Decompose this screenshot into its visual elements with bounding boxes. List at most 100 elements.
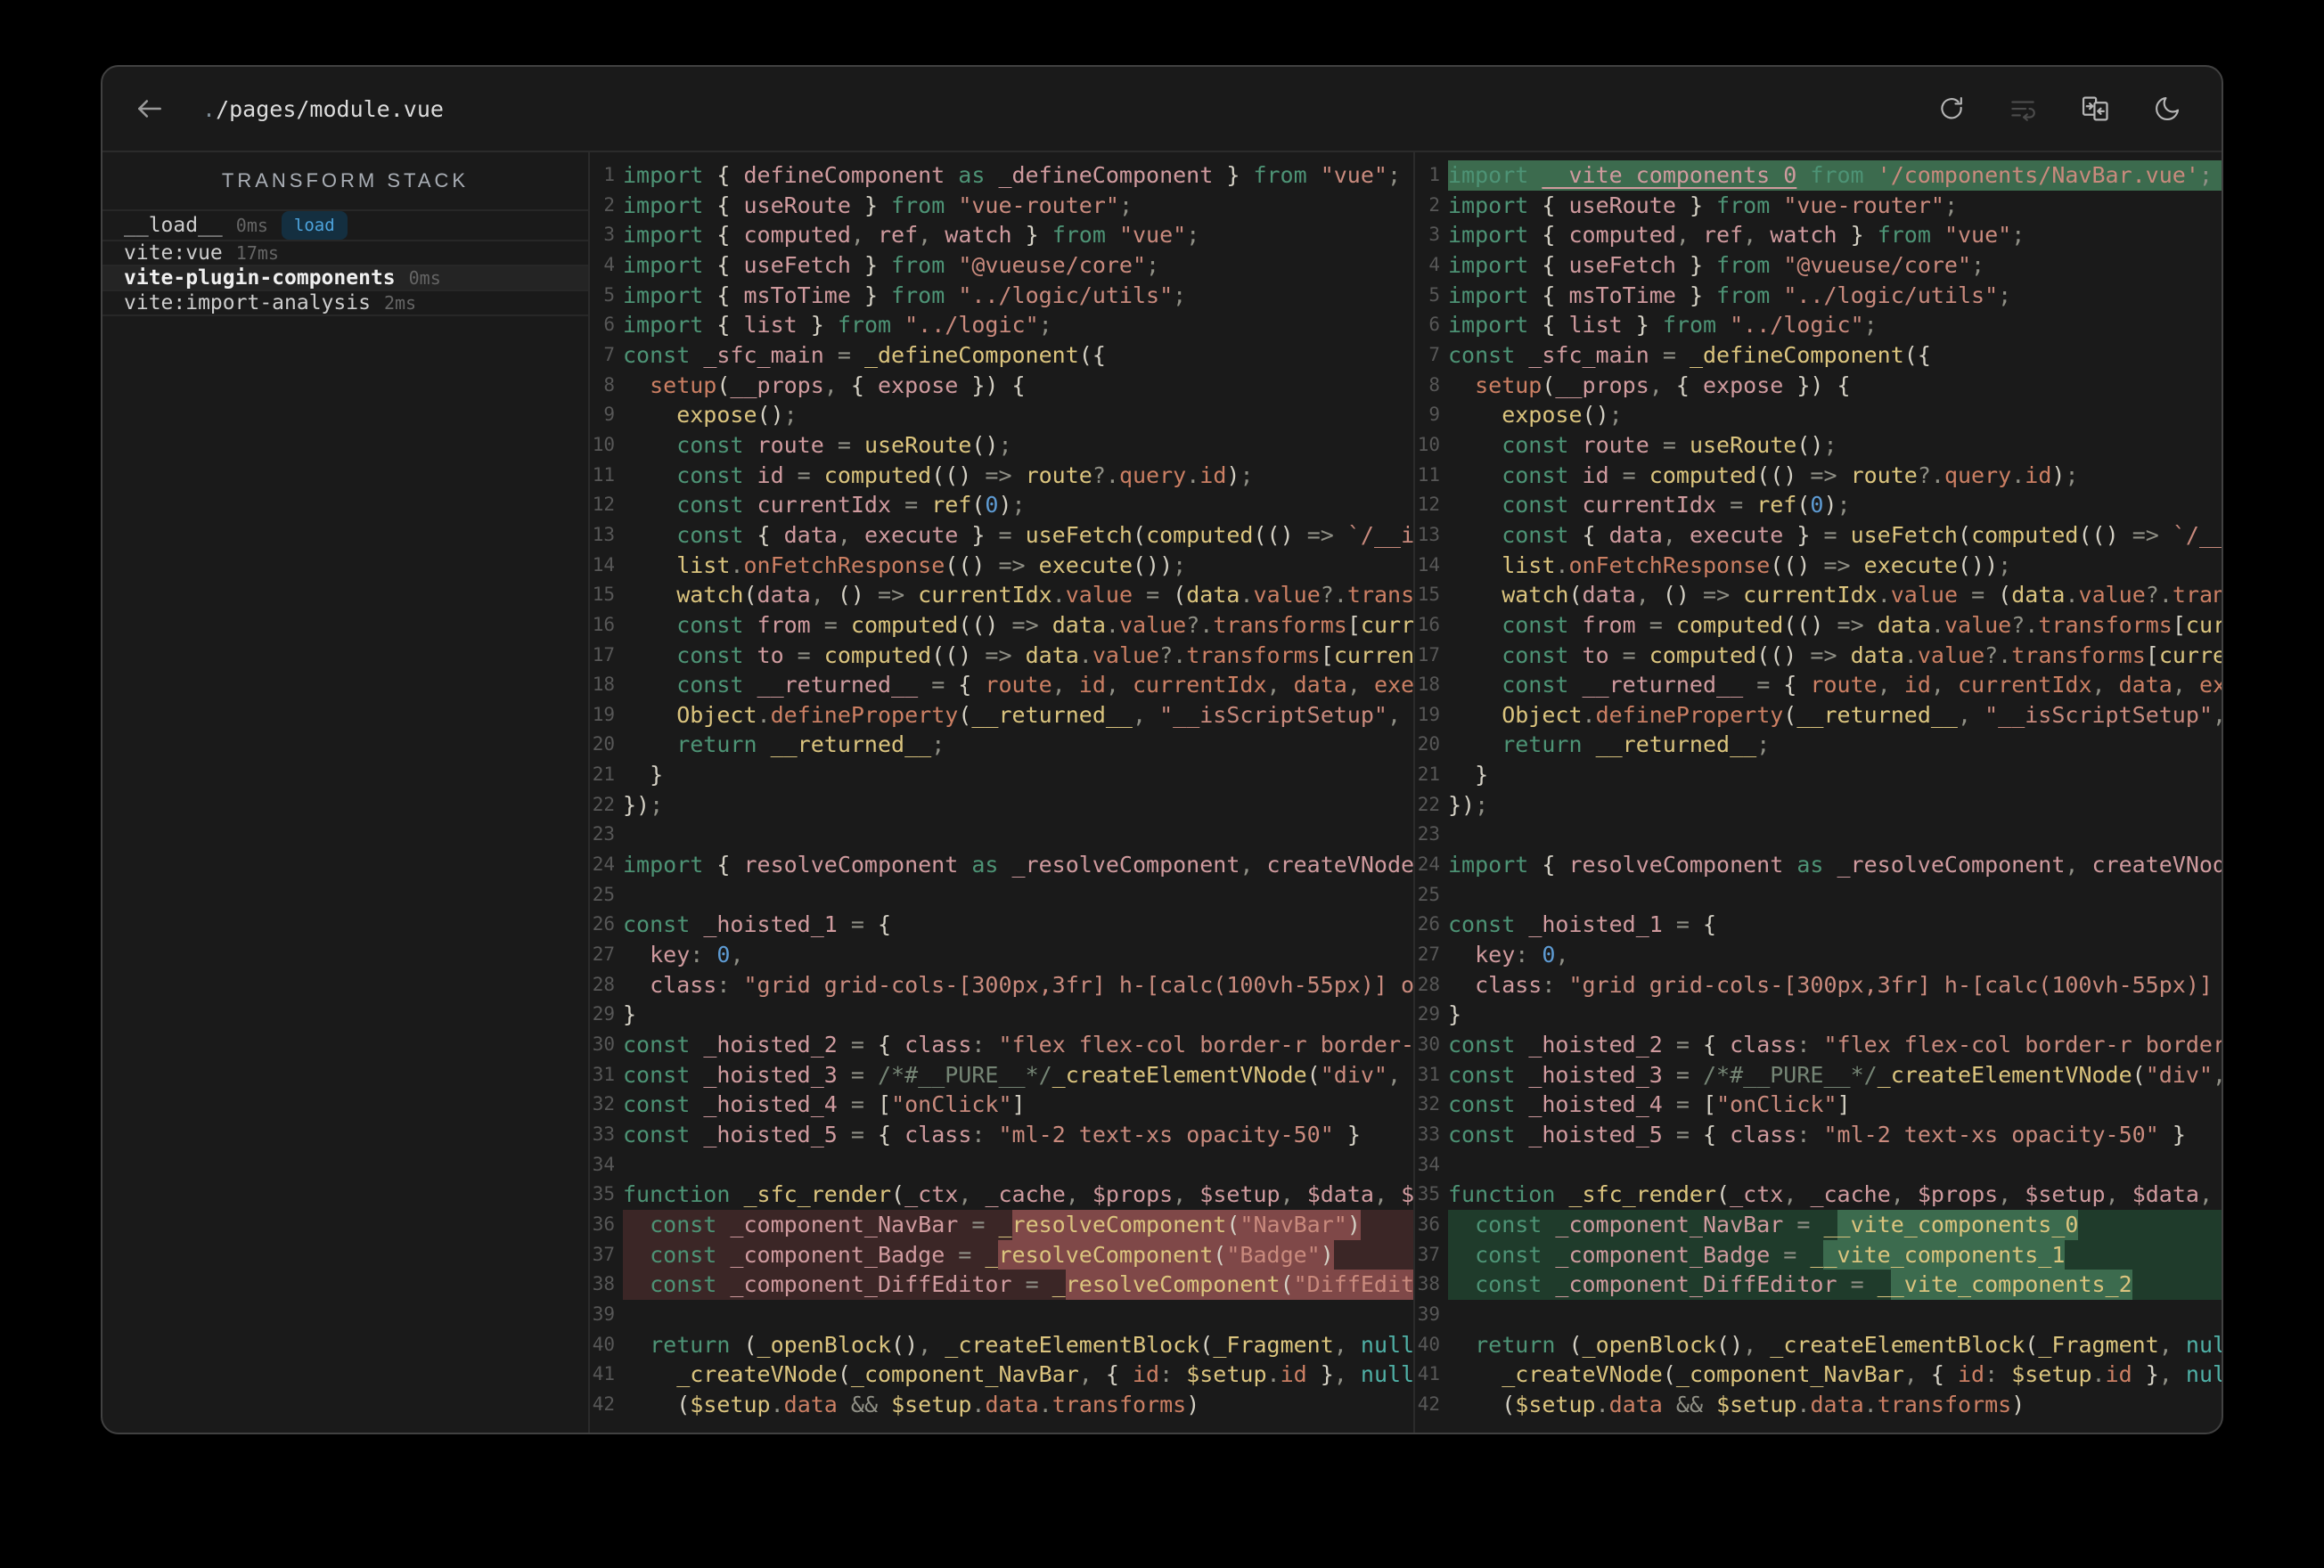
- line-number: 14: [1417, 553, 1440, 576]
- line-number: 15: [592, 584, 615, 606]
- code-line: 4 import { useFetch } from "@vueuse/core"…: [590, 250, 1413, 281]
- code-line: 16 const from = computed(() => data.valu…: [1415, 610, 2222, 641]
- line-number: 10: [1417, 433, 1440, 455]
- line-number: 1: [603, 164, 615, 185]
- code-line: 23: [1415, 820, 2222, 850]
- refresh-icon: [1941, 97, 1962, 119]
- line-wrap-button[interactable]: [2008, 94, 2038, 124]
- line-content: watch(data, () => currentIdx.value = (da…: [623, 582, 1413, 608]
- line-number: 37: [592, 1243, 615, 1265]
- line-content: const route = useRoute();: [623, 431, 1012, 458]
- code-line: 2 import { useRoute } from "vue-router";: [1415, 191, 2222, 221]
- line-content: }: [1448, 1001, 1462, 1028]
- line-content: const _component_DiffEditor = _resolveCo…: [623, 1270, 1413, 1300]
- code-line: 5 import { msToTime } from "../logic/util…: [590, 281, 1413, 311]
- line-number: 18: [592, 674, 615, 696]
- code-line: 32 const _hoisted_4 = ["onClick"]: [590, 1090, 1413, 1120]
- code-line: 37 const _component_Badge = __vite_compo…: [1415, 1239, 2222, 1270]
- line-number: 5: [603, 283, 615, 306]
- line-number: 24: [592, 853, 615, 876]
- line-number: 41: [1417, 1363, 1440, 1385]
- code-line: 9 expose();: [590, 400, 1413, 430]
- line-number: 24: [1417, 853, 1440, 876]
- sidebar-item-vite-import-analysis[interactable]: vite:import-analysis 2ms: [102, 291, 588, 316]
- code-line: 7 const _sfc_main = _defineComponent({: [1415, 340, 2222, 371]
- code-panel-before[interactable]: 1 import { defineComponent as _defineComp…: [590, 152, 1413, 1433]
- line-content: });: [1448, 791, 1489, 818]
- line-content: import { useRoute } from "vue-router";: [623, 192, 1133, 218]
- hook-badge: load: [281, 211, 348, 240]
- line-content: import { resolveComponent as _resolveCom…: [1448, 852, 2222, 878]
- line-number: 8: [1428, 373, 1440, 396]
- line-content: Object.defineProperty(__returned__, "__i…: [1448, 701, 2222, 728]
- line-content: }: [623, 1001, 637, 1028]
- code-line: 42 ($setup.data && $setup.data.transform…: [590, 1390, 1413, 1420]
- code-line: 8 setup(__props, { expose }) {: [590, 371, 1413, 401]
- code-line: 35 function _sfc_render(_ctx, _cache, $pr…: [590, 1180, 1413, 1210]
- line-number: 10: [592, 433, 615, 455]
- line-number: 2: [1428, 193, 1440, 216]
- code-line: 38 const _component_DiffEditor = _resolv…: [590, 1270, 1413, 1300]
- code-line: 11 const id = computed(() => route?.quer…: [1415, 461, 2222, 491]
- line-content: const _hoisted_3 = /*#__PURE__*/_createE…: [623, 1061, 1413, 1088]
- compare-panels-button[interactable]: [2079, 93, 2111, 125]
- line-number: 35: [592, 1183, 615, 1205]
- compare-panels-icon: [2082, 96, 2108, 121]
- line-number: 28: [592, 973, 615, 995]
- back-button[interactable]: [135, 94, 165, 124]
- line-number: 20: [592, 733, 615, 755]
- code-panel-after[interactable]: 1 import __vite_components_0 from '/compo…: [1413, 152, 2222, 1433]
- line-number: 26: [1417, 913, 1440, 935]
- code-line: 3 import { computed, ref, watch } from "v…: [590, 220, 1413, 250]
- plugin-duration: 0ms: [235, 215, 268, 236]
- line-number: 31: [1417, 1063, 1440, 1085]
- line-content: expose();: [623, 402, 798, 429]
- line-content: list.onFetchResponse(() => execute());: [623, 551, 1187, 578]
- line-number: 38: [1417, 1273, 1440, 1295]
- line-content: const _hoisted_3 = /*#__PURE__*/_createE…: [1448, 1061, 2222, 1088]
- code-line: 22});: [590, 790, 1413, 821]
- code-line: 18 const __returned__ = { route, id, cur…: [590, 670, 1413, 700]
- line-content: function _sfc_render(_ctx, _cache, $prop…: [1448, 1181, 2214, 1208]
- plugin-name: vite:import-analysis: [124, 291, 371, 314]
- line-number: 40: [1417, 1333, 1440, 1355]
- code-line: 36 const _component_NavBar = _resolveCom…: [590, 1209, 1413, 1240]
- moon-icon: [2156, 97, 2180, 121]
- code-line: 24 import { resolveComponent as _resolveC…: [590, 850, 1413, 880]
- page-title: ./pages/module.vue: [202, 96, 444, 122]
- line-number: 25: [1417, 883, 1440, 905]
- line-content: const to = computed(() => data.value?.tr…: [1448, 641, 2222, 668]
- line-content: [623, 1300, 1413, 1330]
- line-number: 19: [1417, 703, 1440, 725]
- code-line: 15 watch(data, () => currentIdx.value = …: [590, 580, 1413, 610]
- code-line: 26 const _hoisted_1 = {: [1415, 910, 2222, 940]
- line-content: setup(__props, { expose }) {: [623, 372, 1026, 398]
- transform-stack-sidebar: TRANSFORM STACK __load__ 0ms load vite:vue 1…: [102, 152, 590, 1433]
- line-number: 2: [603, 193, 615, 216]
- code-line: 20 return __returned__;: [590, 730, 1413, 760]
- line-content: import { list } from "../logic";: [623, 312, 1052, 339]
- line-number: 29: [1417, 1003, 1440, 1025]
- code-line: 33 const _hoisted_5 = { class: "ml-2 text…: [1415, 1120, 2222, 1150]
- line-content: const _hoisted_2 = { class: "flex flex-c…: [623, 1032, 1413, 1058]
- refresh-button[interactable]: [1936, 94, 1967, 124]
- sidebar-item--load-[interactable]: __load__ 0ms load: [102, 211, 588, 241]
- line-content: key: 0,: [1448, 942, 1569, 968]
- line-number: 13: [1417, 523, 1440, 545]
- line-content: import { defineComponent as _defineCompo…: [623, 162, 1402, 188]
- code-line: 31 const _hoisted_3 = /*#__PURE__*/_creat…: [1415, 1060, 2222, 1090]
- code-line: 28 class: "grid grid-cols-[300px,3fr] h-…: [1415, 970, 2222, 1000]
- dark-mode-button[interactable]: [2152, 94, 2182, 124]
- code-line: 30 const _hoisted_2 = { class: "flex flex…: [1415, 1030, 2222, 1060]
- line-number: 29: [592, 1003, 615, 1025]
- line-number: 34: [1417, 1153, 1440, 1175]
- sidebar-item-vite-plugin-components[interactable]: vite-plugin-components 0ms: [102, 266, 588, 291]
- line-number: 7: [1428, 343, 1440, 365]
- line-number: 35: [1417, 1183, 1440, 1205]
- line-content: ($setup.data && $setup.data.transforms): [1448, 1391, 2025, 1417]
- line-content: const _component_NavBar = __vite_compone…: [1448, 1209, 2222, 1240]
- line-number: 3: [1428, 224, 1440, 246]
- sidebar-item-vite-vue[interactable]: vite:vue 17ms: [102, 241, 588, 266]
- line-wrap-icon: [2011, 101, 2035, 121]
- code-line: 11 const id = computed(() => route?.quer…: [590, 461, 1413, 491]
